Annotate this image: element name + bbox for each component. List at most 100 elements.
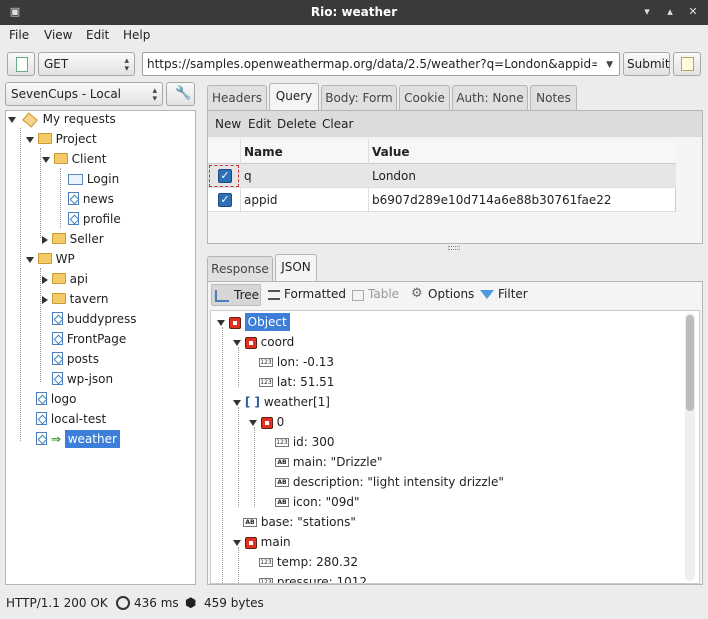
url-history-dropdown-icon[interactable]: ▼ — [606, 60, 613, 70]
new-request-button[interactable] — [7, 52, 35, 76]
tree-folder-api[interactable]: api — [42, 269, 88, 289]
workspace-select[interactable]: SevenCups - Local ▴ ▾ — [5, 82, 163, 106]
json-node-label: id: 300 — [292, 435, 335, 449]
tree-label: weather — [64, 430, 120, 448]
tree-label: local-test — [50, 412, 107, 426]
json-scrollbar[interactable] — [685, 313, 695, 581]
json-node-label: lat: 51.51 — [276, 375, 335, 389]
json-node-icon[interactable]: AB icon: "09d" — [275, 492, 360, 512]
tree-item-frontpage[interactable]: FrontPage — [52, 329, 126, 349]
query-actions: New Edit Delete Clear — [208, 111, 702, 137]
menu-edit[interactable]: Edit — [86, 28, 109, 42]
query-clear-button[interactable]: Clear — [322, 117, 353, 131]
tree-item-posts[interactable]: posts — [52, 349, 99, 369]
query-panel: New Edit Delete Clear Name Value ✓ q Lon… — [207, 110, 703, 244]
json-node-main-string[interactable]: AB main: "Drizzle" — [275, 452, 383, 472]
enabled-checkbox[interactable]: ✓ — [218, 193, 232, 207]
tree-folder-wp[interactable]: WP — [26, 249, 75, 269]
json-formatted-button[interactable]: Formatted — [266, 284, 346, 306]
table-row[interactable]: ✓ q London — [208, 164, 676, 188]
tree-item-weather[interactable]: ⇒ weather — [36, 429, 120, 449]
title-bar: ▣ Rio: weather ▾ ▴ ✕ — [0, 0, 708, 25]
tree-label: FrontPage — [66, 332, 127, 346]
json-node-temp[interactable]: 123 temp: 280.32 — [259, 552, 358, 572]
maximize-icon[interactable]: ▴ — [663, 5, 677, 19]
tab-body-form[interactable]: Body: Form — [321, 85, 397, 111]
query-name-cell[interactable]: appid — [244, 193, 278, 207]
tree-folder-tavern[interactable]: tavern — [42, 289, 109, 309]
query-value-cell[interactable]: London — [372, 169, 416, 183]
number-icon: 123 — [259, 378, 273, 387]
tab-headers[interactable]: Headers — [207, 85, 267, 111]
tree-label: WP — [55, 252, 75, 266]
tree-item-profile[interactable]: profile — [68, 209, 121, 229]
query-delete-button[interactable]: Delete — [277, 117, 316, 131]
submit-label: Submit — [627, 57, 670, 71]
edit-request-button[interactable] — [673, 52, 701, 76]
json-node-description[interactable]: AB description: "light intensity drizzle… — [275, 472, 504, 492]
query-name-cell[interactable]: q — [244, 169, 252, 183]
menu-help[interactable]: Help — [123, 28, 150, 42]
json-node-pressure[interactable]: 123 pressure: 1012 — [259, 572, 367, 583]
tree-item-logo[interactable]: logo — [36, 389, 76, 409]
request-doc-icon — [52, 352, 63, 365]
query-value-cell[interactable]: b6907d289e10d714a6e88b30761fae22 — [372, 193, 612, 207]
splitter-handle[interactable] — [448, 246, 460, 250]
json-node-label: 0 — [276, 415, 285, 429]
tag-icon — [22, 111, 38, 128]
tab-auth[interactable]: Auth: None — [452, 85, 528, 111]
url-input[interactable]: https://samples.openweathermap.org/data/… — [142, 52, 620, 76]
json-node-lat[interactable]: 123 lat: 51.51 — [259, 372, 334, 392]
workspace-settings-button[interactable]: 🔧 — [166, 82, 195, 106]
json-filter-button[interactable]: Filter — [480, 284, 532, 306]
tab-query[interactable]: Query — [269, 83, 319, 111]
string-icon: AB — [275, 458, 289, 467]
json-node-lon[interactable]: 123 lon: -0.13 — [259, 352, 334, 372]
tab-cookie[interactable]: Cookie — [399, 85, 450, 111]
tree-label: My requests — [42, 112, 116, 126]
json-node-object[interactable]: Object — [217, 312, 290, 332]
json-node-coord[interactable]: coord — [233, 332, 294, 352]
new-document-icon — [16, 57, 28, 72]
column-value: Value — [372, 145, 410, 159]
minimize-icon[interactable]: ▾ — [640, 5, 654, 19]
json-node-id[interactable]: 123 id: 300 — [275, 432, 335, 452]
tab-response[interactable]: Response — [207, 256, 273, 282]
json-panel: Tree Formatted Table ⚙ Options Filter Ob… — [207, 281, 703, 585]
json-node-weather-0[interactable]: 0 — [249, 412, 284, 432]
tab-notes[interactable]: Notes — [530, 85, 577, 111]
menu-file[interactable]: File — [9, 28, 29, 42]
submit-button[interactable]: Submit — [623, 52, 670, 76]
query-edit-button[interactable]: Edit — [248, 117, 271, 131]
combo-arrows-icon: ▴ ▾ — [124, 56, 129, 74]
folder-icon — [51, 273, 66, 284]
response-size: 459 bytes — [204, 596, 264, 610]
tree-item-news[interactable]: news — [68, 189, 114, 209]
response-time: 436 ms — [134, 596, 179, 610]
json-node-main[interactable]: main — [233, 532, 291, 552]
json-node-base[interactable]: AB base: "stations" — [243, 512, 356, 532]
tree-item-login[interactable]: Login — [68, 169, 119, 189]
tree-folder-seller[interactable]: Seller — [42, 229, 104, 249]
tree-root[interactable]: My requests — [8, 109, 116, 129]
tab-json[interactable]: JSON — [275, 254, 317, 282]
tree-item-buddypress[interactable]: buddypress — [52, 309, 137, 329]
enabled-checkbox[interactable]: ✓ — [218, 169, 232, 183]
scrollbar-thumb[interactable] — [686, 315, 694, 411]
gear-icon: ⚙ — [411, 286, 423, 301]
object-icon — [228, 316, 241, 329]
tree-folder-project[interactable]: Project — [26, 129, 97, 149]
tree-item-wpjson[interactable]: wp-json — [52, 369, 113, 389]
method-select[interactable]: GET ▴ ▾ — [38, 52, 135, 76]
weight-icon: ⬢ — [185, 596, 197, 611]
pencil-note-icon — [681, 57, 694, 71]
table-row[interactable]: ✓ appid b6907d289e10d714a6e88b30761fae22 — [208, 188, 676, 212]
json-node-weather[interactable]: [ ] weather[1] — [233, 392, 330, 412]
query-new-button[interactable]: New — [215, 117, 241, 131]
json-options-button[interactable]: ⚙ Options — [410, 284, 478, 306]
json-tree-button[interactable]: Tree — [211, 284, 261, 306]
tree-folder-client[interactable]: Client — [42, 149, 106, 169]
tree-item-local-test[interactable]: local-test — [36, 409, 106, 429]
menu-view[interactable]: View — [44, 28, 72, 42]
close-icon[interactable]: ✕ — [686, 5, 700, 19]
